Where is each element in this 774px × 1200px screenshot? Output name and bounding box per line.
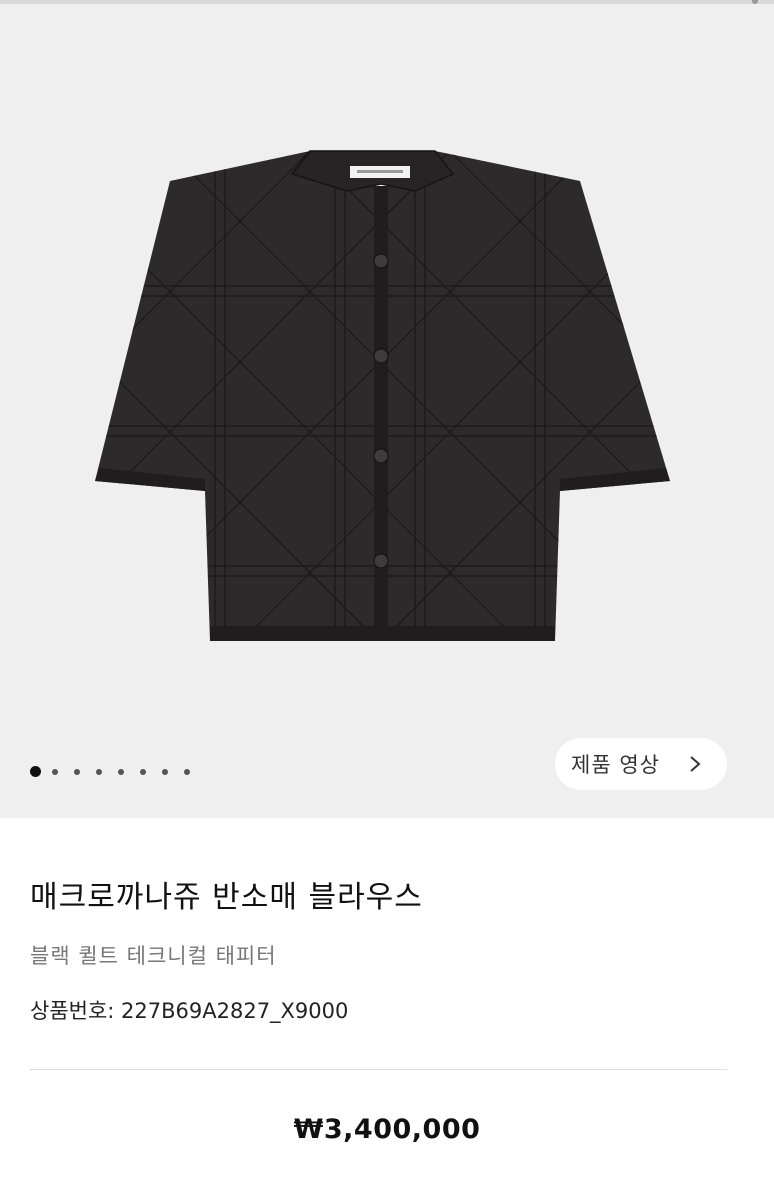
carousel-dot[interactable] <box>74 768 80 775</box>
product-material: 블랙 퀼트 테크니컬 태피터 <box>30 944 277 968</box>
carousel-dot-active[interactable] <box>30 766 41 777</box>
carousel-indicator[interactable] <box>30 766 206 777</box>
carousel-dot[interactable] <box>162 768 168 775</box>
carousel-dot[interactable] <box>96 768 102 775</box>
carousel-dot[interactable] <box>184 768 190 775</box>
product-price: ₩3,400,000 <box>293 1114 481 1145</box>
carousel-dot[interactable] <box>140 768 146 775</box>
carousel-dot[interactable] <box>118 768 124 775</box>
carousel-dot[interactable] <box>52 768 58 775</box>
product-image[interactable] <box>85 146 675 648</box>
divider <box>30 1069 727 1070</box>
product-name: 매크로까나쥬 반소매 블라우스 <box>30 880 423 915</box>
chevron-right-icon <box>690 756 701 772</box>
product-code: 상품번호: 227B69A2827_X9000 <box>30 999 349 1023</box>
product-gallery[interactable]: 제품 영상 <box>0 4 774 818</box>
product-video-button[interactable]: 제품 영상 <box>555 738 727 790</box>
product-video-label: 제품 영상 <box>571 753 660 777</box>
